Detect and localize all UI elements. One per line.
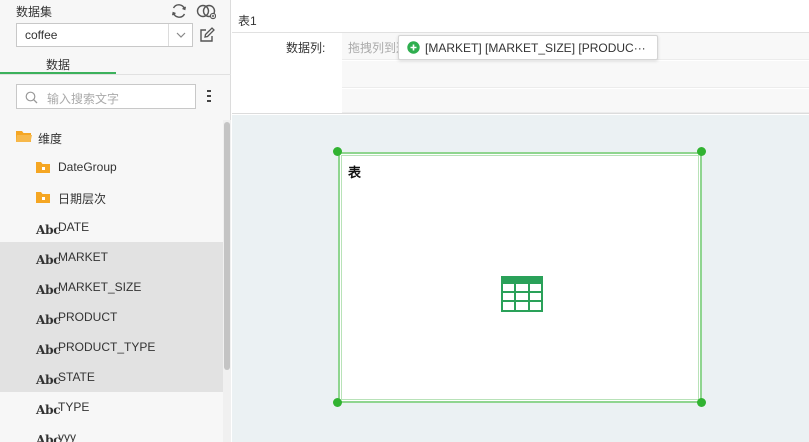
binding-row[interactable] — [342, 61, 809, 88]
dragging-fields-text: [MARKET] [MARKET_SIZE] [PRODUC··· — [425, 41, 646, 55]
chevron-down-icon — [176, 32, 186, 38]
tree-item-product[interactable]: Abc PRODUCT — [0, 302, 223, 332]
tree-item-label: TYPE — [58, 400, 90, 414]
abc-type-icon: Abc — [36, 313, 61, 327]
resize-handle-bottom-left[interactable] — [333, 398, 342, 407]
tree-item-label: STATE — [58, 370, 95, 384]
dataset-dropdown-button[interactable] — [168, 24, 192, 46]
search-input[interactable]: 输入搜索文字 — [47, 90, 119, 107]
scrollbar-thumb[interactable] — [224, 122, 230, 370]
add-circle-icon — [407, 41, 420, 54]
refresh-icon[interactable] — [170, 2, 188, 20]
join-dataset-icon[interactable] — [196, 2, 216, 20]
folder-open-icon — [16, 131, 32, 142]
dragging-fields-chip[interactable]: [MARKET] [MARKET_SIZE] [PRODUC··· — [398, 35, 658, 60]
tree-item-label: PRODUCT_TYPE — [58, 340, 156, 354]
resize-handle-top-left[interactable] — [333, 147, 342, 156]
tab-data[interactable]: 数据 — [0, 56, 116, 75]
tree-item-label: MARKET_SIZE — [58, 280, 142, 294]
abc-type-icon: Abc — [36, 403, 61, 417]
tree-item-label: PRODUCT — [58, 310, 118, 324]
tree-item-product-type[interactable]: Abc PRODUCT_TYPE — [0, 332, 223, 362]
tree-item-market[interactable]: Abc MARKET — [0, 242, 223, 272]
table-widget[interactable]: 表 — [338, 152, 702, 403]
tree-item-state[interactable]: Abc STATE — [0, 362, 223, 392]
tree-item-label: DATE — [58, 220, 90, 234]
tree-item-date[interactable]: Abc DATE — [0, 212, 223, 242]
tree-item-label: MARKET — [58, 250, 109, 264]
tree-item-label: DateGroup — [58, 160, 117, 174]
abc-type-icon: Abc — [36, 223, 61, 237]
resize-handle-bottom-right[interactable] — [697, 398, 706, 407]
abc-type-icon: Abc — [36, 373, 61, 387]
abc-type-icon: Abc — [36, 343, 61, 357]
more-options-icon[interactable] — [206, 89, 212, 103]
tree-item-label: 维度 — [38, 132, 63, 146]
tree-item-label: yyy — [58, 430, 76, 442]
search-box[interactable]: 输入搜索文字 — [16, 84, 196, 109]
tree-scrollbar[interactable] — [223, 120, 231, 442]
widget-title: 表 — [348, 165, 362, 180]
tree-item-yyy[interactable]: Abc yyy — [0, 422, 223, 442]
tree-item-date-hierarchy[interactable]: 日期层次 — [0, 182, 223, 212]
tree-item-dategroup[interactable]: DateGroup — [0, 152, 223, 182]
tree-item-label: 日期层次 — [58, 192, 107, 206]
binding-row[interactable] — [342, 89, 809, 113]
abc-type-icon: Abc — [36, 433, 61, 442]
abc-type-icon: Abc — [36, 253, 61, 267]
dataset-select-value: coffee — [25, 28, 58, 42]
dataset-select[interactable]: coffee — [16, 23, 193, 47]
tree-item-dimension-folder[interactable]: 维度 — [0, 122, 223, 152]
folder-icon — [36, 192, 50, 203]
left-panel: 数据集 coffee 数据 输入搜索文字 维度 DateGroup 日期层次 A… — [0, 0, 231, 442]
dataset-label: 数据集 — [16, 5, 53, 19]
tab-divider — [0, 74, 231, 75]
resize-handle-top-right[interactable] — [697, 147, 706, 156]
search-icon — [25, 91, 38, 104]
sheet-tab[interactable]: 表1 — [238, 12, 257, 29]
tree-item-type[interactable]: Abc TYPE — [0, 392, 223, 422]
folder-icon — [36, 162, 50, 173]
table-icon — [501, 276, 543, 312]
abc-type-icon: Abc — [36, 283, 61, 297]
edit-icon[interactable] — [198, 26, 216, 44]
data-column-label: 数据列: — [286, 41, 326, 55]
tree-item-market-size[interactable]: Abc MARKET_SIZE — [0, 272, 223, 302]
